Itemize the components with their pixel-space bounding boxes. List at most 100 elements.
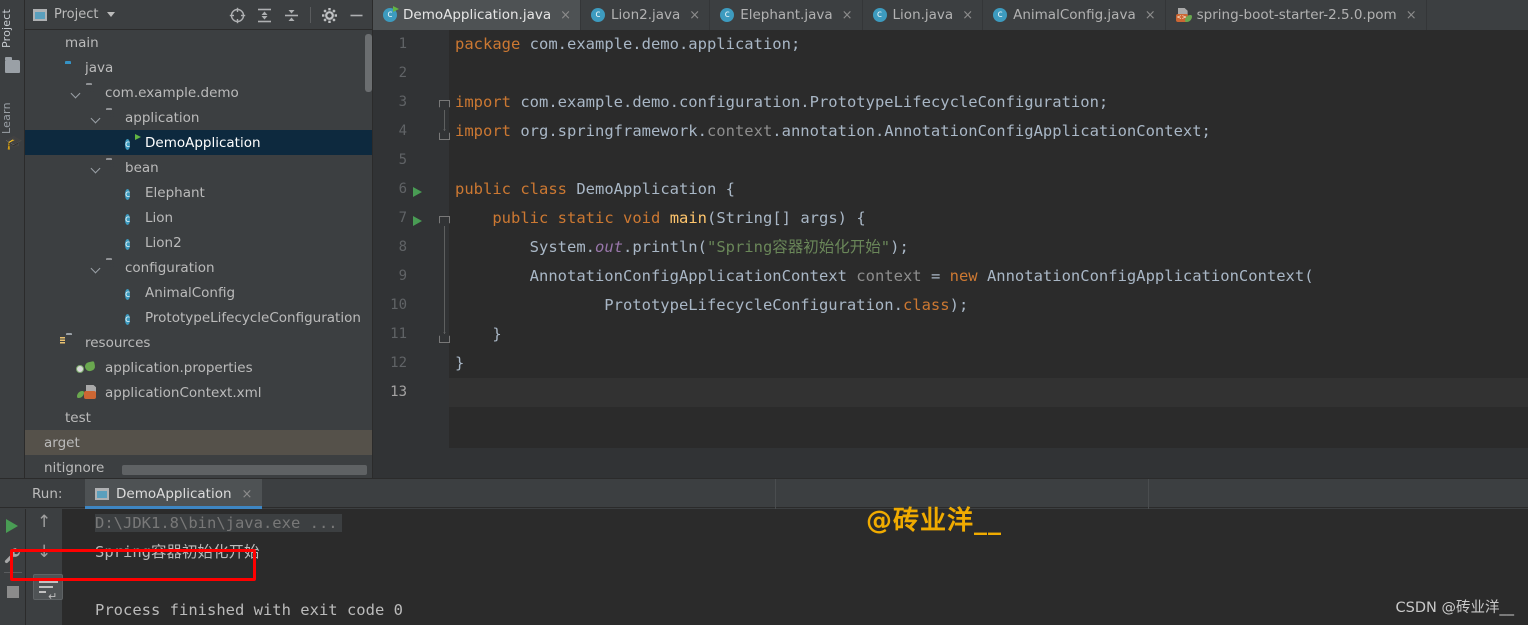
tree-item-elephant[interactable]: c Elephant xyxy=(25,180,373,205)
tree-item-applicationcontext-xml[interactable]: applicationContext.xml xyxy=(25,380,373,405)
line-number: 9 xyxy=(398,268,407,284)
soft-wrap-icon: ↵ xyxy=(33,574,63,603)
close-icon[interactable]: × xyxy=(842,8,853,23)
editor-tab-spring-boot-starter-2-5-0-pom[interactable]: <> spring-boot-starter-2.5.0.pom × xyxy=(1166,0,1427,30)
chevron-down-icon[interactable] xyxy=(107,12,116,17)
tree-item-prototypelifecycleconfiguration[interactable]: c PrototypeLifecycleConfiguration xyxy=(25,305,373,330)
line-number: 6 xyxy=(398,181,407,197)
tree-item-label: application.properties xyxy=(105,359,253,376)
tree-item-label: AnimalConfig xyxy=(145,284,236,301)
run-tab-label: DemoApplication xyxy=(116,486,232,502)
stop-button[interactable] xyxy=(0,579,25,604)
rerun-button[interactable] xyxy=(0,512,25,537)
tree-item-test[interactable]: test xyxy=(25,405,373,430)
close-icon[interactable]: × xyxy=(689,8,700,23)
tree-item-demoapplication[interactable]: c DemoApplication xyxy=(25,130,373,155)
tree-item-label: configuration xyxy=(125,259,215,276)
tree-item-configuration[interactable]: configuration xyxy=(25,255,373,280)
sidebar-item-project[interactable]: Project xyxy=(0,4,25,52)
run-gutter-icon[interactable] xyxy=(413,216,422,226)
project-panel-header: Project xyxy=(25,0,373,30)
down-arrow-button[interactable]: ↓ xyxy=(31,542,56,567)
graduation-cap-icon: 🎓 xyxy=(5,135,23,151)
fold-region-line xyxy=(444,226,445,334)
run-tab-demoapplication[interactable]: DemoApplication × xyxy=(85,479,263,509)
run-gutter-icon[interactable] xyxy=(413,187,422,197)
editor-tab-animalconfig-java[interactable]: c AnimalConfig.java × xyxy=(983,0,1166,30)
tree-item-lion[interactable]: c Lion xyxy=(25,205,373,230)
chevron-down-icon[interactable] xyxy=(71,87,82,98)
close-icon[interactable]: × xyxy=(242,487,253,502)
tree-item-application-properties[interactable]: application.properties xyxy=(25,355,373,380)
up-arrow-button[interactable]: ↑ xyxy=(31,512,56,537)
code-line: PrototypeLifecycleConfiguration.class); xyxy=(455,296,969,314)
current-line-highlight xyxy=(449,378,1528,407)
line-number: 7 xyxy=(398,210,407,226)
tree-item-label: main xyxy=(65,34,99,51)
console-line: Process finished with exit code 0 xyxy=(95,601,403,619)
stop-icon xyxy=(7,586,19,598)
project-vertical-scrollbar[interactable] xyxy=(365,34,372,92)
page-title: Project xyxy=(54,7,99,22)
console-output[interactable]: D:\JDK1.8\bin\java.exe ... Spring容器初始化开始 P… xyxy=(95,509,1528,625)
project-title-group[interactable]: Project xyxy=(33,7,116,22)
editor-tab-lion-java[interactable]: c Lion.java × xyxy=(863,0,984,30)
class-icon: c xyxy=(591,8,606,22)
tree-item-java[interactable]: java xyxy=(25,55,373,80)
class-icon: c xyxy=(125,188,131,200)
project-window-icon xyxy=(33,8,47,21)
code-line: import com.example.demo.configuration.Pr… xyxy=(455,93,1109,111)
line-number: 1 xyxy=(398,36,407,52)
tree-item-arget[interactable]: arget xyxy=(25,430,373,455)
chevron-down-icon[interactable] xyxy=(91,262,102,273)
editor-code-area[interactable]: package com.example.demo.application; imp… xyxy=(449,30,1528,478)
arrow-up-icon: ↑ xyxy=(37,512,52,532)
edit-configurations-button[interactable] xyxy=(0,542,25,567)
project-horizontal-scrollbar[interactable] xyxy=(122,465,367,475)
project-icon xyxy=(5,57,20,73)
close-icon[interactable]: × xyxy=(962,8,973,23)
tree-item-resources[interactable]: resources xyxy=(25,330,373,355)
console-line: D:\JDK1.8\bin\java.exe ... xyxy=(95,509,342,538)
locate-icon[interactable] xyxy=(229,7,246,24)
line-number: 12 xyxy=(390,355,407,371)
close-icon[interactable]: × xyxy=(1145,8,1156,23)
tree-item-com-example-demo[interactable]: com.example.demo xyxy=(25,80,373,105)
run-console-body: ↑ ↓ ↵ D:\JDK1.8\bin\java.exe ... Spring容器… xyxy=(0,509,1528,625)
code-editor[interactable]: 1 2 3 4 5 6 7 8 9 10 11 12 13 package com.example.de… xyxy=(373,30,1528,478)
tree-item-main[interactable]: main xyxy=(25,30,373,55)
code-line: System.out.println("Spring容器初始化开始"); xyxy=(455,238,909,256)
expand-all-icon[interactable] xyxy=(256,7,273,24)
sidebar-item-learn[interactable]: Learn xyxy=(0,96,25,140)
editor-tab-label: Lion2.java xyxy=(611,7,681,23)
collapse-all-icon[interactable] xyxy=(283,7,300,24)
run-header-divider-1 xyxy=(775,479,776,509)
console-line: Spring容器初始化开始 xyxy=(95,543,260,561)
close-icon[interactable]: × xyxy=(560,8,571,23)
run-tool-window: Run: DemoApplication × ↑ ↓ ↵ D:\JDK1.8\b… xyxy=(0,478,1528,625)
line-number: 10 xyxy=(390,297,407,313)
editor-tab-lion2-java[interactable]: c Lion2.java × xyxy=(581,0,711,30)
hide-icon[interactable] xyxy=(348,7,365,24)
editor-tab-elephant-java[interactable]: c Elephant.java × xyxy=(710,0,863,30)
editor-tab-bar[interactable]: c DemoApplication.java × c Lion2.java × c Eleph… xyxy=(373,0,1528,30)
editor-gutter[interactable]: 1 2 3 4 5 6 7 8 9 10 11 12 13 xyxy=(373,30,450,478)
chevron-down-icon[interactable] xyxy=(91,162,102,173)
close-icon[interactable]: × xyxy=(1406,8,1417,23)
tree-item-lion2[interactable]: c Lion2 xyxy=(25,230,373,255)
tree-item-label: java xyxy=(85,59,114,76)
tree-item-application[interactable]: application xyxy=(25,105,373,130)
editor-tab-label: Elephant.java xyxy=(740,7,833,23)
settings-gear-icon[interactable] xyxy=(321,7,338,24)
line-number: 2 xyxy=(398,65,407,81)
tree-item-bean[interactable]: bean xyxy=(25,155,373,180)
chevron-down-icon[interactable] xyxy=(91,112,102,123)
project-tree[interactable]: main java com.example.demo application c Demo… xyxy=(25,30,373,478)
editor-tab-demoapplication-java[interactable]: c DemoApplication.java × xyxy=(373,0,582,30)
tree-item-animalconfig[interactable]: c AnimalConfig xyxy=(25,280,373,305)
